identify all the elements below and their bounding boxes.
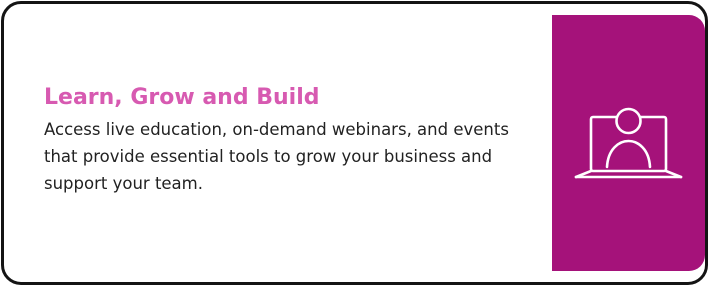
card-description: Access live education, on-demand webinar… [44,120,509,193]
feature-card: Learn, Grow and Build Access live educat… [1,1,708,285]
card-content: Learn, Grow and Build Access live educat… [44,84,524,197]
laptop-user-icon [574,107,683,179]
card-title: Learn, Grow and Build [44,85,320,110]
icon-panel [552,15,705,271]
